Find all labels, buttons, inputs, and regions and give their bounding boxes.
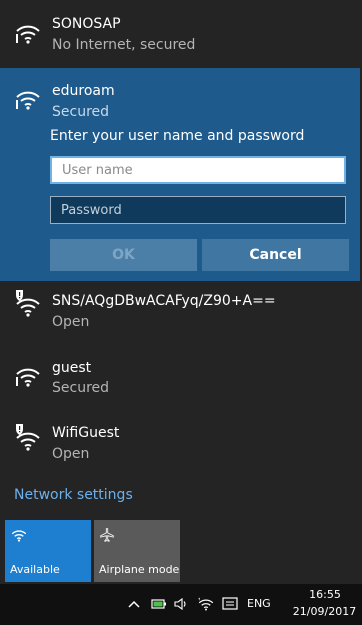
wifi-icon <box>16 25 40 44</box>
ok-button[interactable]: OK <box>50 239 197 271</box>
network-name: SONOSAP <box>52 16 121 32</box>
clock-time[interactable]: 16:55 <box>295 588 355 601</box>
network-status: No Internet, secured <box>52 37 196 53</box>
wifi-open-icon <box>16 424 40 451</box>
password-input[interactable] <box>50 196 346 224</box>
airplane-icon <box>100 528 114 542</box>
network-status: Secured <box>52 380 110 396</box>
taskbar: ENG 16:55 21/09/2017 <box>0 584 362 625</box>
wifi-icon <box>16 368 40 387</box>
network-status: Open <box>52 446 90 462</box>
network-item-sns[interactable]: SNS/AQgDBwACAFyq/Z90+A== Open <box>0 283 360 345</box>
network-item-guest[interactable]: guest Secured <box>0 350 360 412</box>
network-status: Secured <box>52 104 110 120</box>
wifi-quick-action-tile[interactable]: Available <box>5 520 91 582</box>
network-item-wifiguest[interactable]: WifiGuest Open <box>0 415 360 477</box>
battery-charging-icon[interactable] <box>151 597 167 611</box>
cancel-button[interactable]: Cancel <box>202 239 349 271</box>
wifi-icon <box>11 530 27 542</box>
wifi-icon <box>16 91 40 110</box>
airplane-mode-tile[interactable]: Airplane mode <box>94 520 180 582</box>
network-name: eduroam <box>52 83 115 99</box>
network-item-sonosap[interactable]: SONOSAP No Internet, secured <box>0 0 360 66</box>
wifi-tray-icon[interactable] <box>198 597 214 611</box>
language-indicator[interactable]: ENG <box>247 597 271 610</box>
tile-label: Airplane mode <box>99 563 180 576</box>
network-status: Open <box>52 314 90 330</box>
network-settings-link[interactable]: Network settings <box>14 487 133 503</box>
network-name: WifiGuest <box>52 425 120 441</box>
action-center-icon[interactable] <box>222 597 238 611</box>
clock-date[interactable]: 21/09/2017 <box>287 605 362 618</box>
network-name: SNS/AQgDBwACAFyq/Z90+A== <box>52 293 276 309</box>
username-input[interactable] <box>50 156 346 184</box>
volume-icon[interactable] <box>174 597 188 611</box>
network-name: guest <box>52 360 92 376</box>
chevron-up-icon[interactable] <box>128 600 140 608</box>
tile-label: Available <box>10 563 60 576</box>
credentials-prompt: Enter your user name and password <box>50 128 305 144</box>
network-flyout: SONOSAP No Internet, secured eduroam Sec… <box>0 0 362 584</box>
wifi-open-icon <box>16 290 40 317</box>
